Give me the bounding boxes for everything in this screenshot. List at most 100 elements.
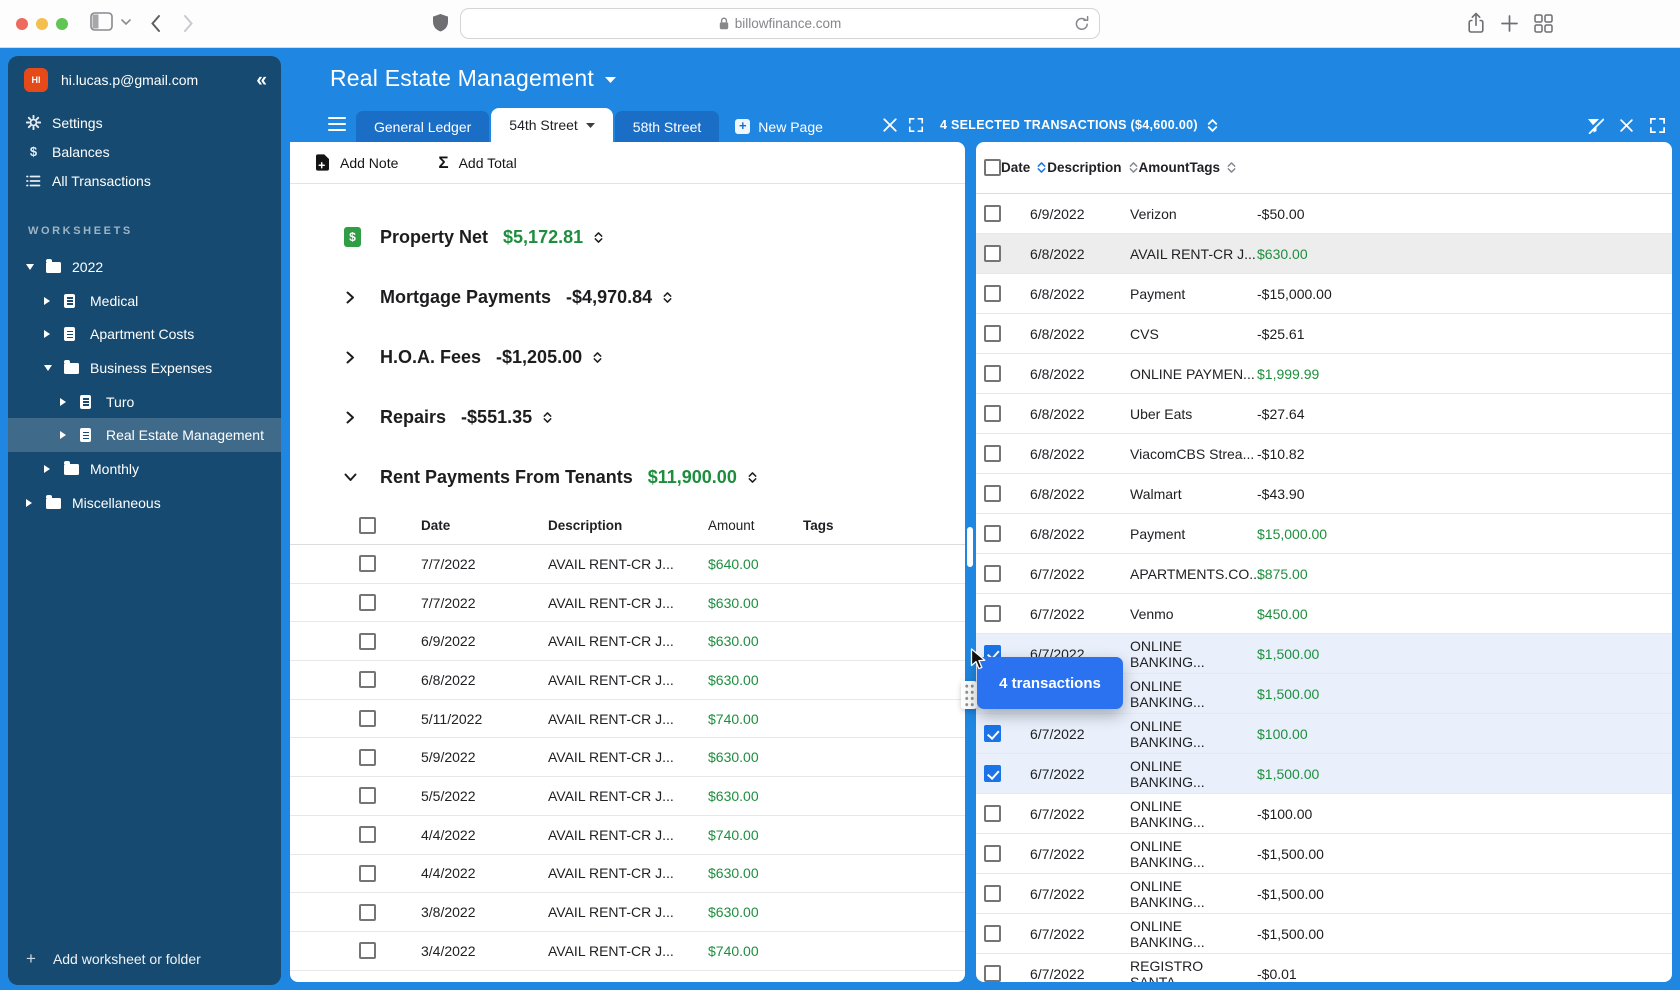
row-checkbox[interactable] — [359, 903, 376, 921]
rent-payment-row[interactable]: 3/8/2022 AVAIL RENT-CR J... $630.00 — [290, 893, 965, 932]
rent-payment-row[interactable]: 3/4/2022 AVAIL RENT-CR J... $740.00 — [290, 932, 965, 971]
transaction-row[interactable]: 6/7/2022 ONLINE BANKING... $1,500.00 — [976, 754, 1672, 794]
row-checkbox[interactable] — [984, 405, 1001, 422]
sheet-tab[interactable]: + 58th Street — [614, 111, 720, 142]
transaction-row[interactable]: 6/8/2022 Walmart -$43.90 — [976, 474, 1672, 514]
row-checkbox[interactable] — [984, 485, 1001, 502]
tree-item[interactable]: 2022 — [8, 250, 281, 284]
reorder-total-icon[interactable] — [662, 291, 673, 304]
tree-expand-caret[interactable] — [60, 431, 70, 440]
transaction-row[interactable]: 6/8/2022 ONLINE PAYMEN... $1,999.99 — [976, 354, 1672, 394]
transaction-row[interactable]: 6/8/2022 Uber Eats -$27.64 — [976, 394, 1672, 434]
tree-item[interactable]: Turo — [8, 385, 281, 419]
transaction-row[interactable]: 6/7/2022 APARTMENTS.CO... $875.00 — [976, 554, 1672, 594]
sidebar-nav-item[interactable]: $ Balances — [8, 137, 281, 166]
chevron-down-icon[interactable] — [344, 471, 357, 483]
column-header-tags[interactable]: Tags — [803, 518, 965, 533]
account-row[interactable]: HI hi.lucas.p@gmail.com « — [8, 56, 281, 92]
transaction-row[interactable]: 6/8/2022 AVAIL RENT-CR J... $630.00 — [976, 234, 1672, 274]
column-header-description[interactable]: Description — [548, 518, 708, 533]
row-checkbox[interactable] — [984, 285, 1001, 302]
row-checkbox[interactable] — [984, 845, 1001, 862]
sheet-menu-icon[interactable] — [328, 117, 346, 134]
sidebar-nav-item[interactable]: $ Settings — [8, 108, 281, 137]
rent-payment-row[interactable]: 6/8/2022 AVAIL RENT-CR J... $630.00 — [290, 661, 965, 700]
drag-handle[interactable] — [961, 681, 977, 709]
sort-icon[interactable] — [1226, 161, 1237, 174]
privacy-shield-icon[interactable] — [432, 13, 449, 34]
sidebar-nav-item[interactable]: $ All Transactions — [8, 166, 281, 195]
tab-overview-icon[interactable] — [1534, 14, 1553, 33]
rent-payment-row[interactable]: 4/4/2022 AVAIL RENT-CR J... $740.00 — [290, 816, 965, 855]
sidebar-collapse-button[interactable]: « — [256, 71, 267, 90]
tree-expand-caret[interactable] — [44, 330, 54, 339]
transaction-row[interactable]: 6/8/2022 Payment -$15,000.00 — [976, 274, 1672, 314]
add-worksheet-button[interactable]: + Add worksheet or folder — [8, 941, 281, 977]
row-checkbox[interactable] — [359, 710, 376, 728]
sort-icon[interactable] — [1036, 161, 1047, 174]
reload-button-icon[interactable] — [1074, 15, 1090, 33]
row-checkbox[interactable] — [359, 787, 376, 805]
filter-off-icon[interactable] — [1586, 116, 1604, 134]
address-bar[interactable]: billowfinance.com — [460, 8, 1100, 39]
window-zoom-button[interactable] — [56, 18, 68, 30]
row-checkbox[interactable] — [359, 864, 376, 882]
sheet-tab[interactable]: + General Ledger — [356, 111, 490, 142]
select-all-checkbox[interactable] — [984, 159, 1001, 176]
transaction-row[interactable]: 6/7/2022 ONLINE BANKING... $100.00 — [976, 714, 1672, 754]
tree-item[interactable]: Apartment Costs — [8, 317, 281, 351]
tree-expand-caret[interactable] — [60, 397, 70, 406]
tree-item[interactable]: Real Estate Management — [8, 418, 281, 453]
chevron-right-icon[interactable] — [344, 291, 356, 304]
rent-payment-row[interactable]: 5/11/2022 AVAIL RENT-CR J... $740.00 — [290, 700, 965, 739]
chevron-down-icon[interactable] — [121, 19, 131, 26]
tree-expand-caret[interactable] — [26, 263, 36, 270]
row-checkbox[interactable] — [984, 205, 1001, 222]
transaction-row[interactable]: 6/7/2022 Venmo $450.00 — [976, 594, 1672, 634]
window-minimize-button[interactable] — [36, 18, 48, 30]
row-checkbox[interactable] — [359, 671, 376, 689]
row-checkbox[interactable] — [359, 826, 376, 844]
sort-selection-icon[interactable] — [1206, 118, 1219, 133]
panel-close-icon[interactable] — [1619, 118, 1634, 133]
browser-sidebar-toggle-icon[interactable] — [90, 12, 114, 32]
share-icon[interactable] — [1466, 12, 1486, 35]
sheet-expand-icon[interactable] — [908, 117, 924, 133]
column-header-amount[interactable]: Amount — [708, 518, 803, 533]
select-all-checkbox[interactable] — [359, 517, 376, 534]
tree-item[interactable]: Business Expenses — [8, 351, 281, 385]
row-checkbox[interactable] — [984, 525, 1001, 542]
rent-payment-row[interactable]: 7/7/2022 AVAIL RENT-CR J... $640.00 — [290, 545, 965, 584]
row-checkbox[interactable] — [359, 632, 376, 650]
window-close-button[interactable] — [16, 18, 28, 30]
row-checkbox[interactable] — [984, 565, 1001, 582]
tree-item[interactable]: Miscellaneous — [8, 486, 281, 520]
sheet-tab[interactable]: + 54th Street — [491, 108, 613, 142]
row-checkbox[interactable] — [984, 325, 1001, 342]
transaction-row[interactable]: 6/8/2022 Payment $15,000.00 — [976, 514, 1672, 554]
row-checkbox[interactable] — [984, 765, 1001, 782]
total-row[interactable]: $ Property Net $5,172.81 — [290, 207, 965, 267]
row-checkbox[interactable] — [984, 605, 1001, 622]
add-total-button[interactable]: Σ Add Total — [438, 153, 516, 173]
transaction-row[interactable]: 6/7/2022 ONLINE BANKING... -$1,500.00 — [976, 874, 1672, 914]
transaction-row[interactable]: 6/7/2022 REGISTRO SANTA... -$0.01 — [976, 954, 1672, 982]
row-checkbox[interactable] — [984, 245, 1001, 262]
total-row[interactable]: $ Rent Payments From Tenants $11,900.00 — [290, 447, 965, 507]
row-checkbox[interactable] — [984, 365, 1001, 382]
row-checkbox[interactable] — [359, 555, 376, 573]
add-note-button[interactable]: Add Note — [315, 154, 398, 171]
row-checkbox[interactable] — [984, 965, 1001, 982]
column-header[interactable]: Tags — [1190, 160, 1238, 175]
total-row[interactable]: $ H.O.A. Fees -$1,205.00 — [290, 327, 965, 387]
chevron-right-icon[interactable] — [344, 411, 356, 424]
panel-expand-icon[interactable] — [1649, 117, 1666, 134]
tree-expand-caret[interactable] — [44, 296, 54, 305]
row-checkbox[interactable] — [984, 725, 1001, 742]
title-dropdown-caret-icon[interactable] — [604, 77, 616, 83]
tree-item[interactable]: Monthly — [8, 452, 281, 486]
reorder-total-icon[interactable] — [542, 411, 553, 424]
rent-payment-row[interactable]: 7/7/2022 AVAIL RENT-CR J... $630.00 — [290, 584, 965, 623]
tree-expand-caret[interactable] — [26, 498, 36, 507]
tree-expand-caret[interactable] — [44, 464, 54, 473]
